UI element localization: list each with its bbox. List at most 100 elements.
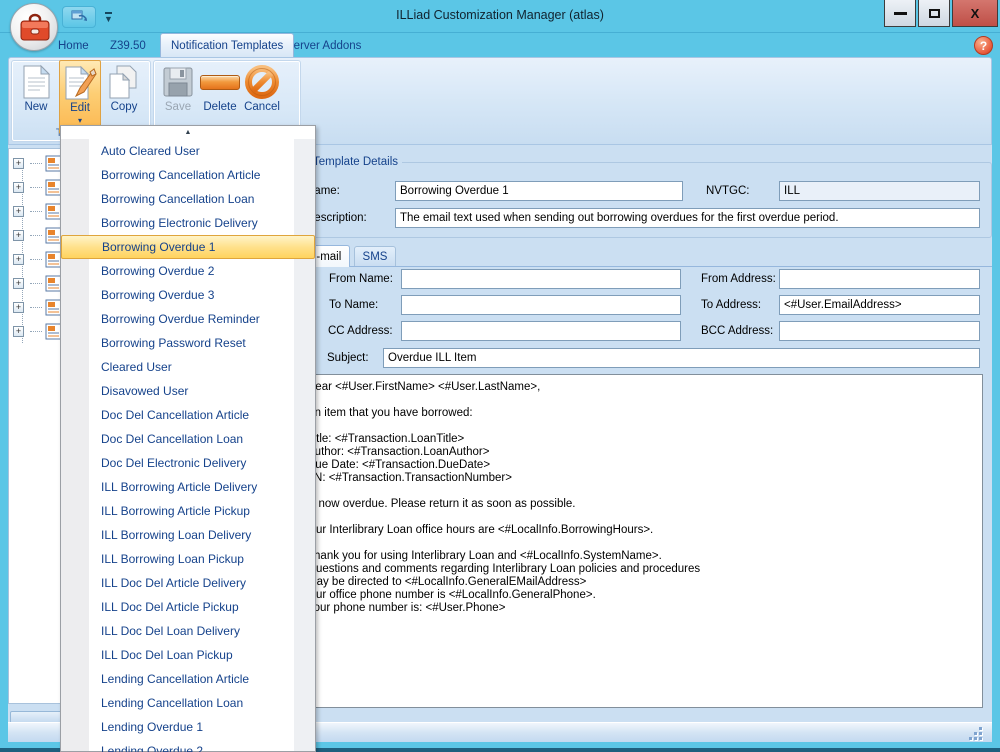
tree-node[interactable]: +: [13, 319, 62, 343]
app-menu-button[interactable]: [10, 3, 58, 51]
bcc-address-label: BCC Address:: [701, 321, 773, 341]
edit-pencil-icon: [60, 61, 100, 101]
menu-item[interactable]: Borrowing Electronic Delivery: [61, 211, 315, 235]
menu-item[interactable]: ILL Doc Del Article Pickup: [61, 595, 315, 619]
bcc-address-input[interactable]: [779, 321, 980, 341]
cancel-button[interactable]: Cancel: [241, 60, 283, 126]
copy-button[interactable]: Copy: [103, 60, 145, 126]
tab-z3950[interactable]: Z39.50: [100, 35, 156, 57]
help-button[interactable]: ?: [974, 36, 993, 55]
resize-grip[interactable]: [968, 727, 982, 739]
cc-address-label: CC Address:: [328, 321, 393, 341]
to-name-input[interactable]: [401, 295, 681, 315]
menu-item[interactable]: ILL Borrowing Loan Delivery: [61, 523, 315, 547]
tree-node[interactable]: +: [13, 175, 62, 199]
expand-icon[interactable]: +: [13, 326, 24, 337]
quick-access-dropdown[interactable]: ▼: [104, 12, 113, 23]
groupbox-legend: Template Details: [309, 156, 402, 168]
menu-item[interactable]: Doc Del Electronic Delivery: [61, 451, 315, 475]
menu-item[interactable]: ILL Borrowing Article Pickup: [61, 499, 315, 523]
menu-scroll-up-icon[interactable]: ▲: [61, 126, 315, 139]
menu-item[interactable]: Borrowing Overdue 3: [61, 283, 315, 307]
menu-item[interactable]: Disavowed User: [61, 379, 315, 403]
expand-icon[interactable]: +: [13, 158, 24, 169]
subject-input[interactable]: [383, 348, 980, 368]
delete-button[interactable]: Delete: [199, 60, 241, 126]
customize-icon: [70, 9, 88, 25]
menu-item[interactable]: Lending Cancellation Loan: [61, 691, 315, 715]
delete-bar-icon: [199, 60, 241, 100]
email-body-editor[interactable]: Dear <#User.FirstName> <#User.LastName>,…: [298, 374, 983, 708]
menu-item[interactable]: Lending Overdue 1: [61, 715, 315, 739]
to-address-input[interactable]: [779, 295, 980, 315]
to-name-label: To Name:: [329, 295, 378, 315]
close-button[interactable]: X: [952, 0, 998, 27]
edit-template-dropdown: ▲ Auto Cleared UserBorrowing Cancellatio…: [60, 125, 316, 752]
expand-icon[interactable]: +: [13, 278, 24, 289]
maximize-button[interactable]: [918, 0, 950, 27]
ribbon-tab-bar: Home Z39.50 Notification Templates Serve…: [8, 33, 992, 57]
nvtgc-label: NVTGC:: [706, 181, 749, 201]
menu-item[interactable]: Auto Cleared User: [61, 139, 315, 163]
new-button[interactable]: New: [15, 60, 57, 126]
edit-button[interactable]: Edit ▾: [59, 60, 101, 134]
menu-item[interactable]: Borrowing Password Reset: [61, 331, 315, 355]
nvtgc-input[interactable]: [779, 181, 980, 201]
title-bar: ILLiad Customization Manager (atlas) ▼ X: [0, 0, 1000, 33]
save-button[interactable]: Save: [157, 60, 199, 126]
menu-item[interactable]: Borrowing Cancellation Loan: [61, 187, 315, 211]
expand-icon[interactable]: +: [13, 182, 24, 193]
close-icon: X: [971, 6, 980, 21]
tree-node[interactable]: +: [13, 199, 62, 223]
expand-icon[interactable]: +: [13, 206, 24, 217]
menu-item[interactable]: ILL Doc Del Loan Delivery: [61, 619, 315, 643]
quick-access-button[interactable]: [62, 6, 96, 28]
description-input[interactable]: [395, 208, 980, 228]
subject-label: Subject:: [327, 348, 369, 368]
tree-node[interactable]: +: [13, 151, 62, 175]
window-title: ILLiad Customization Manager (atlas): [0, 8, 1000, 22]
toolbox-icon: [18, 13, 52, 43]
menu-item-list: Auto Cleared UserBorrowing Cancellation …: [61, 139, 315, 752]
menu-item[interactable]: ILL Borrowing Loan Pickup: [61, 547, 315, 571]
menu-item[interactable]: ILL Borrowing Article Delivery: [61, 475, 315, 499]
maximize-icon: [929, 9, 940, 18]
menu-item[interactable]: Doc Del Cancellation Article: [61, 403, 315, 427]
tree-node[interactable]: +: [13, 247, 62, 271]
copy-icon: [103, 60, 145, 100]
menu-item[interactable]: Borrowing Overdue 1: [61, 235, 315, 259]
from-address-input[interactable]: [779, 269, 980, 289]
expand-icon[interactable]: +: [13, 230, 24, 241]
menu-item[interactable]: ILL Doc Del Article Delivery: [61, 571, 315, 595]
menu-item[interactable]: Lending Cancellation Article: [61, 667, 315, 691]
tab-notification-templates[interactable]: Notification Templates: [160, 33, 294, 57]
to-address-label: To Address:: [701, 295, 761, 315]
menu-item[interactable]: ILL Doc Del Loan Pickup: [61, 643, 315, 667]
minimize-button[interactable]: [884, 0, 916, 27]
tree-node[interactable]: +: [13, 223, 62, 247]
menu-item[interactable]: Borrowing Overdue Reminder: [61, 307, 315, 331]
tab-home[interactable]: Home: [48, 35, 99, 57]
menu-item[interactable]: Borrowing Cancellation Article: [61, 163, 315, 187]
from-name-input[interactable]: [401, 269, 681, 289]
tab-sms[interactable]: SMS: [354, 246, 396, 267]
menu-item[interactable]: Lending Overdue 2: [61, 739, 315, 752]
new-document-icon: [15, 60, 57, 100]
save-floppy-icon: [157, 60, 199, 100]
menu-item[interactable]: Cleared User: [61, 355, 315, 379]
email-body-text: Dear <#User.FirstName> <#User.LastName>,…: [307, 381, 700, 615]
app-window: ILLiad Customization Manager (atlas) ▼ X: [0, 0, 1000, 752]
expand-icon[interactable]: +: [13, 302, 24, 313]
cancel-no-icon: [241, 60, 283, 100]
tab-divider: [300, 266, 992, 267]
from-address-label: From Address:: [701, 269, 776, 289]
menu-item[interactable]: Doc Del Cancellation Loan: [61, 427, 315, 451]
from-name-label: From Name:: [329, 269, 393, 289]
edit-dropdown-arrow-icon: ▾: [60, 116, 100, 125]
tree-node[interactable]: +: [13, 295, 62, 319]
expand-icon[interactable]: +: [13, 254, 24, 265]
name-input[interactable]: [395, 181, 683, 201]
tree-node[interactable]: +: [13, 271, 62, 295]
menu-item[interactable]: Borrowing Overdue 2: [61, 259, 315, 283]
cc-address-input[interactable]: [401, 321, 681, 341]
